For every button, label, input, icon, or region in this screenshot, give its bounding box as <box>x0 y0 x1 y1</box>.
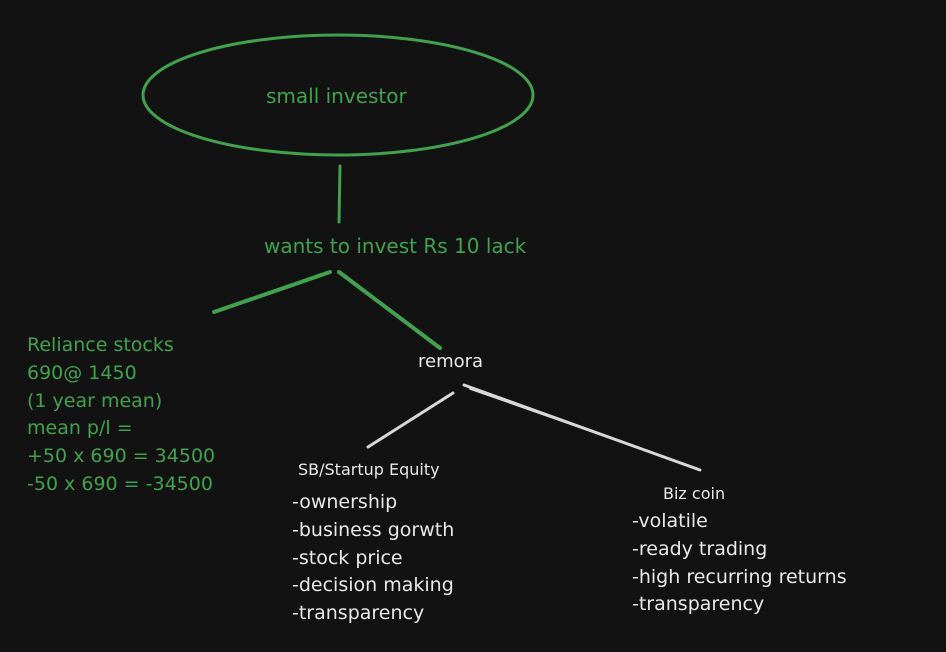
goal-node-label: wants to invest Rs 10 lack <box>264 234 527 258</box>
biz-coin-item: -transparency <box>632 593 765 616</box>
sb-equity-title: SB/Startup Equity <box>298 460 440 479</box>
reliance-node: Reliance stocks 690@ 1450 (1 year mean) … <box>27 334 215 501</box>
sb-equity-item: -stock price <box>292 546 403 569</box>
reliance-line: -50 x 690 = -34500 <box>27 472 213 495</box>
remora-node-label: remora <box>418 351 484 372</box>
reliance-line: Reliance stocks <box>27 334 174 356</box>
sb-equity-item: -transparency <box>292 602 425 625</box>
biz-coin-item: -volatile <box>632 510 708 532</box>
biz-coin-item: -ready trading <box>632 537 768 560</box>
connector-root-to-goal <box>337 164 342 224</box>
connector-remora-to-biz-stroke2 <box>469 388 697 469</box>
reliance-line: +50 x 690 = 34500 <box>27 445 216 468</box>
connector-goal-to-reliance <box>212 270 332 314</box>
biz-coin-list: -volatile -ready trading -high recurring… <box>632 510 847 621</box>
biz-coin-item: -high recurring returns <box>632 565 847 588</box>
root-node-label: small investor <box>266 84 407 108</box>
biz-coin-title: Biz coin <box>663 484 726 503</box>
diagram-canvas: small investor wants to invest Rs 10 lac… <box>0 0 946 652</box>
connector-remora-to-sb <box>366 391 455 449</box>
reliance-line: mean p/l = <box>27 417 133 440</box>
sb-equity-list: -ownership -business gorwth -stock price… <box>292 491 454 630</box>
sb-equity-item: -business gorwth <box>292 518 455 541</box>
reliance-line: (1 year mean) <box>27 389 163 412</box>
reliance-line: 690@ 1450 <box>27 361 137 384</box>
sb-equity-item: -ownership <box>292 491 398 513</box>
connector-goal-to-remora <box>337 270 442 350</box>
sb-equity-item: -decision making <box>292 574 454 597</box>
